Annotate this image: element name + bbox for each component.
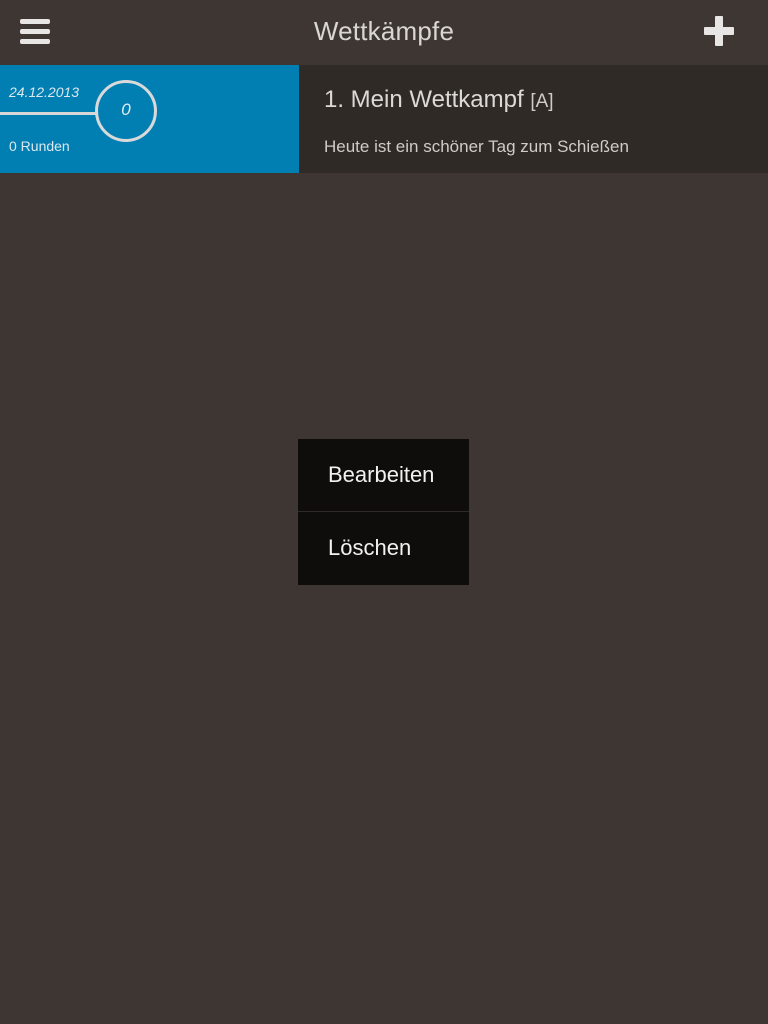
- plus-icon[interactable]: [704, 16, 734, 46]
- competition-title-text: 1. Mein Wettkampf: [324, 86, 524, 113]
- competition-description: Heute ist ein schöner Tag zum Schießen: [324, 137, 629, 156]
- header-bar: Wettkämpfe: [0, 0, 768, 65]
- page-title: Wettkämpfe: [313, 16, 455, 46]
- delete-menu-item[interactable]: Löschen: [298, 512, 469, 584]
- competition-summary-panel: 24.12.2013 0 0 Runden: [0, 65, 299, 173]
- divider-line: [0, 112, 97, 115]
- score-value: 0: [121, 100, 131, 119]
- context-menu: Bearbeiten Löschen: [298, 439, 469, 585]
- delete-menu-label: Löschen: [328, 535, 412, 560]
- score-circle: 0: [95, 80, 157, 142]
- competition-details-panel: 1. Mein Wettkampf [A] Heute ist ein schö…: [299, 65, 768, 173]
- edit-menu-label: Bearbeiten: [328, 462, 435, 487]
- competition-list-item[interactable]: 24.12.2013 0 0 Runden 1. Mein Wettkampf …: [0, 65, 768, 173]
- competition-title: 1. Mein Wettkampf [A]: [324, 86, 554, 114]
- rounds-count: 0 Runden: [9, 138, 70, 154]
- competition-tag: [A]: [530, 91, 554, 112]
- screen: Wettkämpfe 24.12.2013 0 0 Runden 1. Mein…: [0, 0, 768, 1024]
- competition-date: 24.12.2013: [9, 84, 80, 100]
- edit-menu-item[interactable]: Bearbeiten: [298, 439, 469, 511]
